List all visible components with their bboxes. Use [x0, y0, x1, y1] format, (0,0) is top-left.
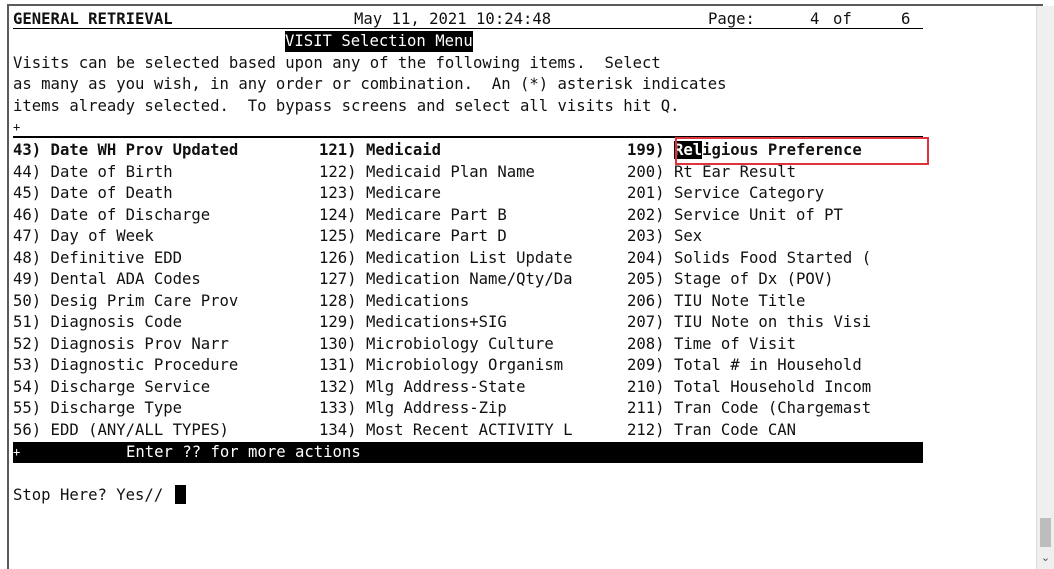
list-item[interactable]: 122) Medicaid Plan Name [319, 162, 535, 183]
list-item[interactable]: 206) TIU Note Title [627, 291, 805, 312]
list-item[interactable]: 126) Medication List Update [319, 248, 572, 269]
list-item[interactable]: 125) Medicare Part D [319, 226, 507, 247]
list-item[interactable]: 50) Desig Prim Care Prov [13, 291, 238, 312]
scroll-up-marker: + [13, 120, 21, 134]
scroll-down-arrow-icon[interactable]: ⌄ [1037, 549, 1054, 566]
list-item[interactable]: 56) EDD (ANY/ALL TYPES) [13, 420, 229, 441]
highlighted-item-box [675, 137, 929, 165]
list-item[interactable]: 127) Medication Name/Qty/Da [319, 269, 572, 290]
menu-title: VISIT Selection Menu [285, 31, 473, 52]
page-label: Page: [708, 10, 755, 28]
list-item[interactable]: 202) Service Unit of PT [627, 205, 843, 226]
intro-line-3: items already selected. To bypass screen… [13, 97, 680, 115]
list-item[interactable]: 209) Total # in Household [627, 355, 862, 376]
list-item[interactable]: 48) Definitive EDD [13, 248, 182, 269]
list-item[interactable]: 54) Discharge Service [13, 377, 210, 398]
list-item[interactable]: 53) Diagnostic Procedure [13, 355, 238, 376]
page-of: of [833, 10, 852, 28]
list-item[interactable]: 51) Diagnosis Code [13, 312, 182, 333]
list-item[interactable]: 134) Most Recent ACTIVITY L [319, 420, 572, 441]
list-item[interactable]: 131) Microbiology Organism [319, 355, 563, 376]
scrollbar-thumb[interactable] [1040, 518, 1051, 547]
item-number: 199) [627, 141, 674, 159]
list-item[interactable]: 47) Day of Week [13, 226, 154, 247]
page-current: 4 [810, 10, 820, 28]
list-item[interactable]: 45) Date of Death [13, 183, 173, 204]
list-item[interactable]: 201) Service Category [627, 183, 824, 204]
list-item[interactable]: 203) Sex [627, 226, 702, 247]
list-item[interactable]: 204) Solids Food Started ( [627, 248, 871, 269]
list-item[interactable]: 129) Medications+SIG [319, 312, 507, 333]
intro-line-2: as many as you wish, in any order or com… [13, 75, 727, 93]
action-bar: + Enter ?? for more actions [13, 442, 923, 463]
vertical-scrollbar[interactable]: ⌄ [1036, 6, 1054, 569]
list-item[interactable]: 130) Microbiology Culture [319, 334, 554, 355]
list-item[interactable]: 133) Mlg Address-Zip [319, 398, 507, 419]
list-item[interactable]: 49) Dental ADA Codes [13, 269, 201, 290]
list-item[interactable]: 44) Date of Birth [13, 162, 173, 183]
list-item[interactable]: 212) Tran Code CAN [627, 420, 796, 441]
list-item[interactable]: 207) TIU Note on this Visi [627, 312, 871, 333]
list-item[interactable]: 211) Tran Code (Chargemast [627, 398, 871, 419]
prompt-text: Stop Here? Yes// [13, 486, 164, 504]
intro-line-1: Visits can be selected based upon any of… [13, 54, 661, 72]
list-item[interactable]: 210) Total Household Incom [627, 377, 871, 398]
header-underline [13, 28, 923, 29]
list-item[interactable]: 205) Stage of Dx (POV) [627, 269, 834, 290]
list-item[interactable]: 132) Mlg Address-State [319, 377, 526, 398]
action-bar-marker: + [13, 445, 21, 459]
list-item[interactable]: 208) Time of Visit [627, 334, 796, 355]
text-cursor [174, 485, 186, 504]
list-item[interactable]: 46) Date of Discharge [13, 205, 210, 226]
list-item[interactable]: 52) Diagnosis Prov Narr [13, 334, 229, 355]
stop-here-prompt[interactable]: Stop Here? Yes// [13, 485, 186, 506]
list-item[interactable]: 55) Discharge Type [13, 398, 182, 419]
list-item[interactable]: 123) Medicare [319, 183, 441, 204]
page-total: 6 [901, 10, 911, 28]
list-item[interactable]: 124) Medicare Part B [319, 205, 507, 226]
action-bar-text: Enter ?? for more actions [126, 443, 361, 461]
header-datetime: May 11, 2021 10:24:48 [354, 10, 552, 28]
list-item[interactable]: 121) Medicaid [319, 140, 441, 161]
app-title: GENERAL RETRIEVAL [13, 10, 173, 28]
list-item[interactable]: 43) Date WH Prov Updated [13, 140, 238, 161]
list-item[interactable]: 128) Medications [319, 291, 469, 312]
